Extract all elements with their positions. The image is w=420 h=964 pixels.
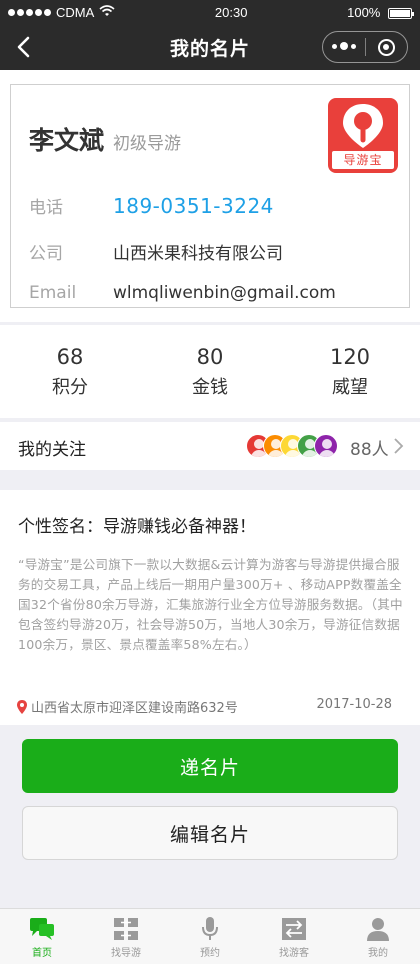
tab-label: 我的 bbox=[368, 948, 388, 959]
back-icon[interactable] bbox=[10, 32, 40, 62]
signal-icon bbox=[8, 8, 51, 16]
email-value: wlmqliwenbin@gmail.com bbox=[113, 283, 336, 303]
company-label: 公司 bbox=[29, 244, 63, 264]
company-value: 山西米果科技有限公司 bbox=[113, 244, 283, 264]
signature-section: 个性签名：导游赚钱必备神器！ “导游宝”是公司旗下一款以大数据&云计算为游客与导… bbox=[0, 490, 420, 725]
avatar bbox=[314, 434, 338, 458]
more-icon[interactable] bbox=[323, 42, 365, 51]
location-pin-icon bbox=[17, 699, 27, 714]
app-logo: 导游宝 bbox=[328, 98, 398, 173]
stat-label: 金钱 bbox=[192, 377, 228, 398]
battery-percent: 100% bbox=[347, 4, 381, 20]
chevron-right-icon bbox=[392, 437, 404, 455]
address-text: 山西省太原市迎泽区建设南路632号 bbox=[31, 701, 238, 716]
stat-label: 积分 bbox=[52, 377, 88, 398]
tab-find-guide[interactable]: 找导游 bbox=[84, 909, 168, 964]
phone-value[interactable]: 189-0351-3224 bbox=[113, 194, 274, 218]
tab-label: 找游客 bbox=[279, 948, 309, 959]
chat-bubbles-icon bbox=[30, 918, 54, 940]
card-section: 李文斌 初级导游 导游宝 电话 189-0351-3224 公司 山西米果科技有限公… bbox=[0, 70, 420, 322]
top-bar: CDMA 20:30 100% 我的名片 bbox=[0, 0, 420, 70]
business-card: 李文斌 初级导游 导游宝 电话 189-0351-3224 公司 山西米果科技有限公… bbox=[10, 84, 410, 308]
close-icon[interactable] bbox=[366, 38, 408, 56]
address: 山西省太原市迎泽区建设南路632号 bbox=[16, 697, 238, 716]
tab-home[interactable]: 首页 bbox=[0, 909, 84, 964]
stat-prestige[interactable]: 120 威望 bbox=[280, 325, 420, 418]
follow-row[interactable]: 我的关注 88人 bbox=[0, 422, 420, 470]
email-row: Email wlmqliwenbin@gmail.com bbox=[29, 283, 336, 303]
phone-label: 电话 bbox=[29, 198, 63, 218]
send-card-button[interactable]: 递名片 bbox=[22, 739, 398, 793]
nav-bar: 我的名片 bbox=[0, 24, 420, 70]
tab-bar: 首页 找导游 预约 找游客 我的 bbox=[0, 908, 420, 964]
card-level: 初级导游 bbox=[113, 134, 181, 154]
tab-label: 预约 bbox=[200, 948, 220, 959]
logo-label: 导游宝 bbox=[332, 151, 394, 169]
stat-points[interactable]: 68 积分 bbox=[0, 325, 140, 418]
map-pin-icon bbox=[343, 104, 383, 148]
stat-value: 120 bbox=[329, 345, 371, 369]
stat-label: 威望 bbox=[332, 377, 368, 398]
email-label: Email bbox=[29, 283, 77, 303]
battery-icon bbox=[387, 7, 414, 19]
tab-label: 找导游 bbox=[111, 948, 141, 959]
signature-date: 2017-10-28 bbox=[316, 697, 392, 712]
mini-program-capsule bbox=[322, 31, 408, 63]
tab-booking[interactable]: 预约 bbox=[168, 909, 252, 964]
edit-card-button[interactable]: 编辑名片 bbox=[22, 806, 398, 860]
stat-value: 80 bbox=[196, 345, 224, 369]
follow-count: 88人 bbox=[350, 440, 389, 460]
swap-arrows-icon bbox=[282, 918, 306, 940]
follow-label: 我的关注 bbox=[18, 440, 86, 460]
tab-find-tourist[interactable]: 找游客 bbox=[252, 909, 336, 964]
card-name: 李文斌 bbox=[29, 126, 105, 155]
stat-value: 68 bbox=[56, 345, 84, 369]
signature-title: 个性签名：导游赚钱必备神器！ bbox=[18, 517, 256, 537]
stats-row: 68 积分 80 金钱 120 威望 bbox=[0, 325, 420, 418]
page-title: 我的名片 bbox=[169, 37, 250, 60]
company-row: 公司 山西米果科技有限公司 bbox=[29, 239, 283, 264]
wifi-icon bbox=[99, 4, 115, 20]
user-icon bbox=[367, 918, 389, 941]
follower-avatars bbox=[246, 434, 346, 458]
phone-row: 电话 189-0351-3224 bbox=[29, 193, 274, 218]
signature-body: “导游宝”是公司旗下一款以大数据&云计算为游客与导游提供撮合服务的交易工具，产品… bbox=[18, 557, 403, 652]
stat-money[interactable]: 80 金钱 bbox=[140, 325, 280, 418]
swap-grid-icon bbox=[114, 918, 138, 940]
microphone-icon bbox=[202, 917, 218, 940]
status-bar: CDMA 20:30 100% bbox=[0, 0, 420, 24]
tab-mine[interactable]: 我的 bbox=[336, 909, 420, 964]
carrier-label: CDMA bbox=[56, 4, 95, 20]
clock: 20:30 bbox=[214, 4, 248, 20]
tab-label: 首页 bbox=[32, 948, 52, 959]
